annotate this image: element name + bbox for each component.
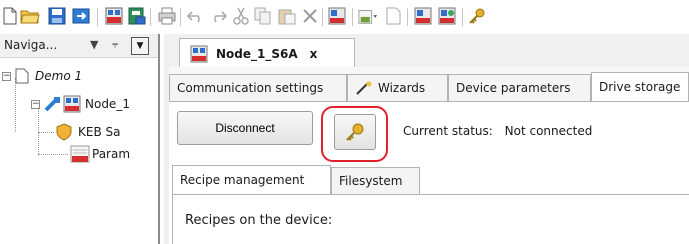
chevron-down-icon[interactable]: ▼ (90, 38, 98, 51)
tree-item-demo1[interactable]: − Demo 1 (2, 66, 82, 86)
keb-device-icon[interactable] (104, 6, 124, 26)
insert-node-icon[interactable] (358, 6, 378, 26)
tree-connector (38, 108, 39, 154)
tree-item-parameters[interactable]: Param (70, 144, 130, 164)
navigator-title: Naviga... (4, 38, 58, 52)
keb-scan-icon[interactable] (437, 6, 457, 26)
tree-connector (38, 132, 54, 133)
toolbar-separator (322, 8, 323, 26)
tab-label: Device parameters (456, 81, 571, 95)
status-label: Current status: (403, 124, 493, 138)
keb-device-icon (63, 95, 81, 113)
new-file-icon[interactable] (0, 6, 20, 26)
connection-status: Current status: Not connected (403, 124, 592, 138)
keb-device-icon (190, 45, 208, 62)
tab-drive-storage[interactable]: Drive storage (591, 72, 689, 102)
main-toolbar (0, 0, 689, 33)
connection-plug-icon (44, 97, 60, 112)
redo-icon[interactable] (208, 6, 228, 26)
recipes-heading: Recipes on the device: (185, 213, 333, 228)
cut-icon[interactable] (231, 6, 251, 26)
tree-item-keb-safety[interactable]: KEB Sa (56, 122, 120, 142)
tree-item-node[interactable]: − Node_1 (31, 94, 130, 114)
tab-node-1-s6a[interactable]: Node_1_S6A x (179, 38, 355, 68)
tab-label: Communication settings (177, 81, 324, 95)
tab-communication-settings[interactable]: Communication settings (169, 74, 347, 102)
document-tab-label: Node_1_S6A (216, 46, 298, 61)
toolbar-separator (462, 8, 463, 26)
save-icon[interactable] (47, 6, 67, 26)
tree-connector (15, 78, 16, 132)
parameter-list-icon (70, 145, 90, 163)
tab-label: Recipe management (180, 173, 305, 187)
tree-connector (38, 154, 68, 155)
collapse-toggle[interactable]: − (31, 99, 40, 109)
tab-label: Wizards (378, 81, 426, 95)
tab-recipe-management[interactable]: Recipe management (172, 165, 331, 195)
close-icon[interactable]: x (310, 47, 318, 61)
toolbar-separator (180, 8, 181, 26)
toolbar-separator (150, 8, 151, 26)
toolbar-separator (97, 8, 98, 26)
toolbar-separator (407, 8, 408, 26)
tab-device-parameters[interactable]: Device parameters (448, 74, 591, 102)
keb-connect-icon[interactable] (327, 6, 347, 26)
paste-icon[interactable] (277, 6, 297, 26)
highlight-annotation (321, 106, 388, 162)
chevron-down-icon[interactable]: ▼ (131, 37, 149, 55)
tree-label-node: Node_1 (85, 97, 130, 111)
tab-wizards[interactable]: Wizards (347, 74, 448, 102)
export-icon[interactable] (383, 6, 403, 26)
tree-label-child: KEB Sa (78, 125, 121, 139)
tree-label-root: Demo 1 (35, 69, 83, 83)
open-folder-icon[interactable] (20, 6, 40, 26)
copy-icon[interactable] (253, 6, 273, 26)
keb-online-icon[interactable] (413, 6, 433, 26)
pin-icon[interactable]: ⫧ (112, 38, 118, 52)
toolbar-separator (352, 8, 353, 26)
disconnect-button[interactable]: Disconnect (177, 111, 313, 145)
print-icon[interactable] (157, 6, 177, 26)
tab-label: Filesystem (339, 174, 403, 188)
collapse-toggle[interactable]: − (2, 71, 11, 81)
delete-icon[interactable] (300, 6, 320, 26)
status-value: Not connected (504, 124, 593, 138)
tree-label-child: Param (92, 147, 131, 161)
tab-filesystem[interactable]: Filesystem (331, 167, 420, 195)
key-icon[interactable] (467, 6, 487, 26)
import-icon[interactable] (71, 6, 91, 26)
undo-icon[interactable] (186, 6, 206, 26)
db-icon[interactable] (127, 6, 147, 26)
wand-icon (356, 81, 372, 95)
shield-icon (56, 123, 72, 141)
tab-label: Drive storage (599, 80, 681, 94)
project-file-icon (15, 68, 29, 84)
